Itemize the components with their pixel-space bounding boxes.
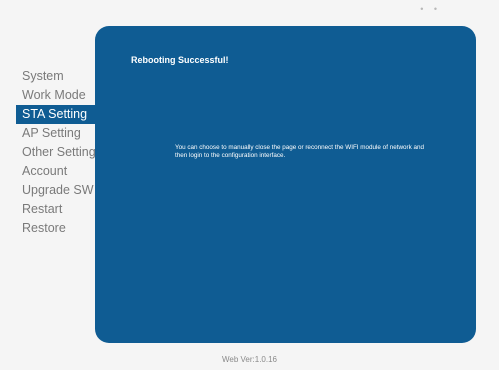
content-panel: Rebooting Successful! You can choose to … — [95, 26, 476, 343]
web-version: Web Ver:1.0.16 — [222, 355, 277, 364]
reboot-message: You can choose to manually close the pag… — [175, 144, 424, 159]
more-dots-icon: • • — [420, 4, 441, 14]
panel-title: Rebooting Successful! — [131, 55, 229, 65]
